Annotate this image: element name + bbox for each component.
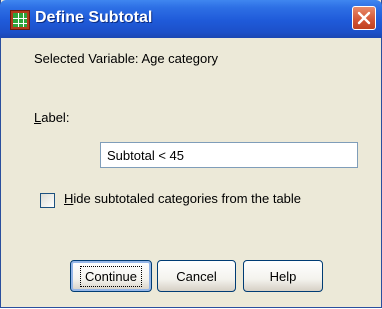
continue-button[interactable]: Continue (70, 260, 152, 292)
close-icon (357, 11, 371, 25)
label-caption-rest: abel: (41, 110, 70, 125)
label-input[interactable] (100, 142, 358, 168)
help-button-label: Help (269, 268, 297, 284)
title-bar[interactable]: Define Subtotal (0, 0, 382, 38)
window-title: Define Subtotal (35, 9, 153, 26)
spss-table-icon (10, 10, 30, 30)
help-button[interactable]: Help (243, 260, 323, 292)
continue-button-label: Continue (79, 265, 143, 287)
hide-mnemonic: H (64, 191, 74, 206)
hide-subtotaled-label[interactable]: Hide subtotaled categories from the tabl… (64, 191, 301, 206)
close-button[interactable] (352, 6, 376, 30)
label-caption: Label: (34, 110, 69, 125)
hide-subtotaled-checkbox[interactable] (40, 193, 55, 208)
cancel-button[interactable]: Cancel (157, 260, 236, 292)
cancel-button-label: Cancel (176, 268, 217, 284)
hide-label-rest: ide subtotaled categories from the table (73, 191, 302, 206)
selected-variable-text: Selected Variable: Age category (34, 51, 219, 66)
